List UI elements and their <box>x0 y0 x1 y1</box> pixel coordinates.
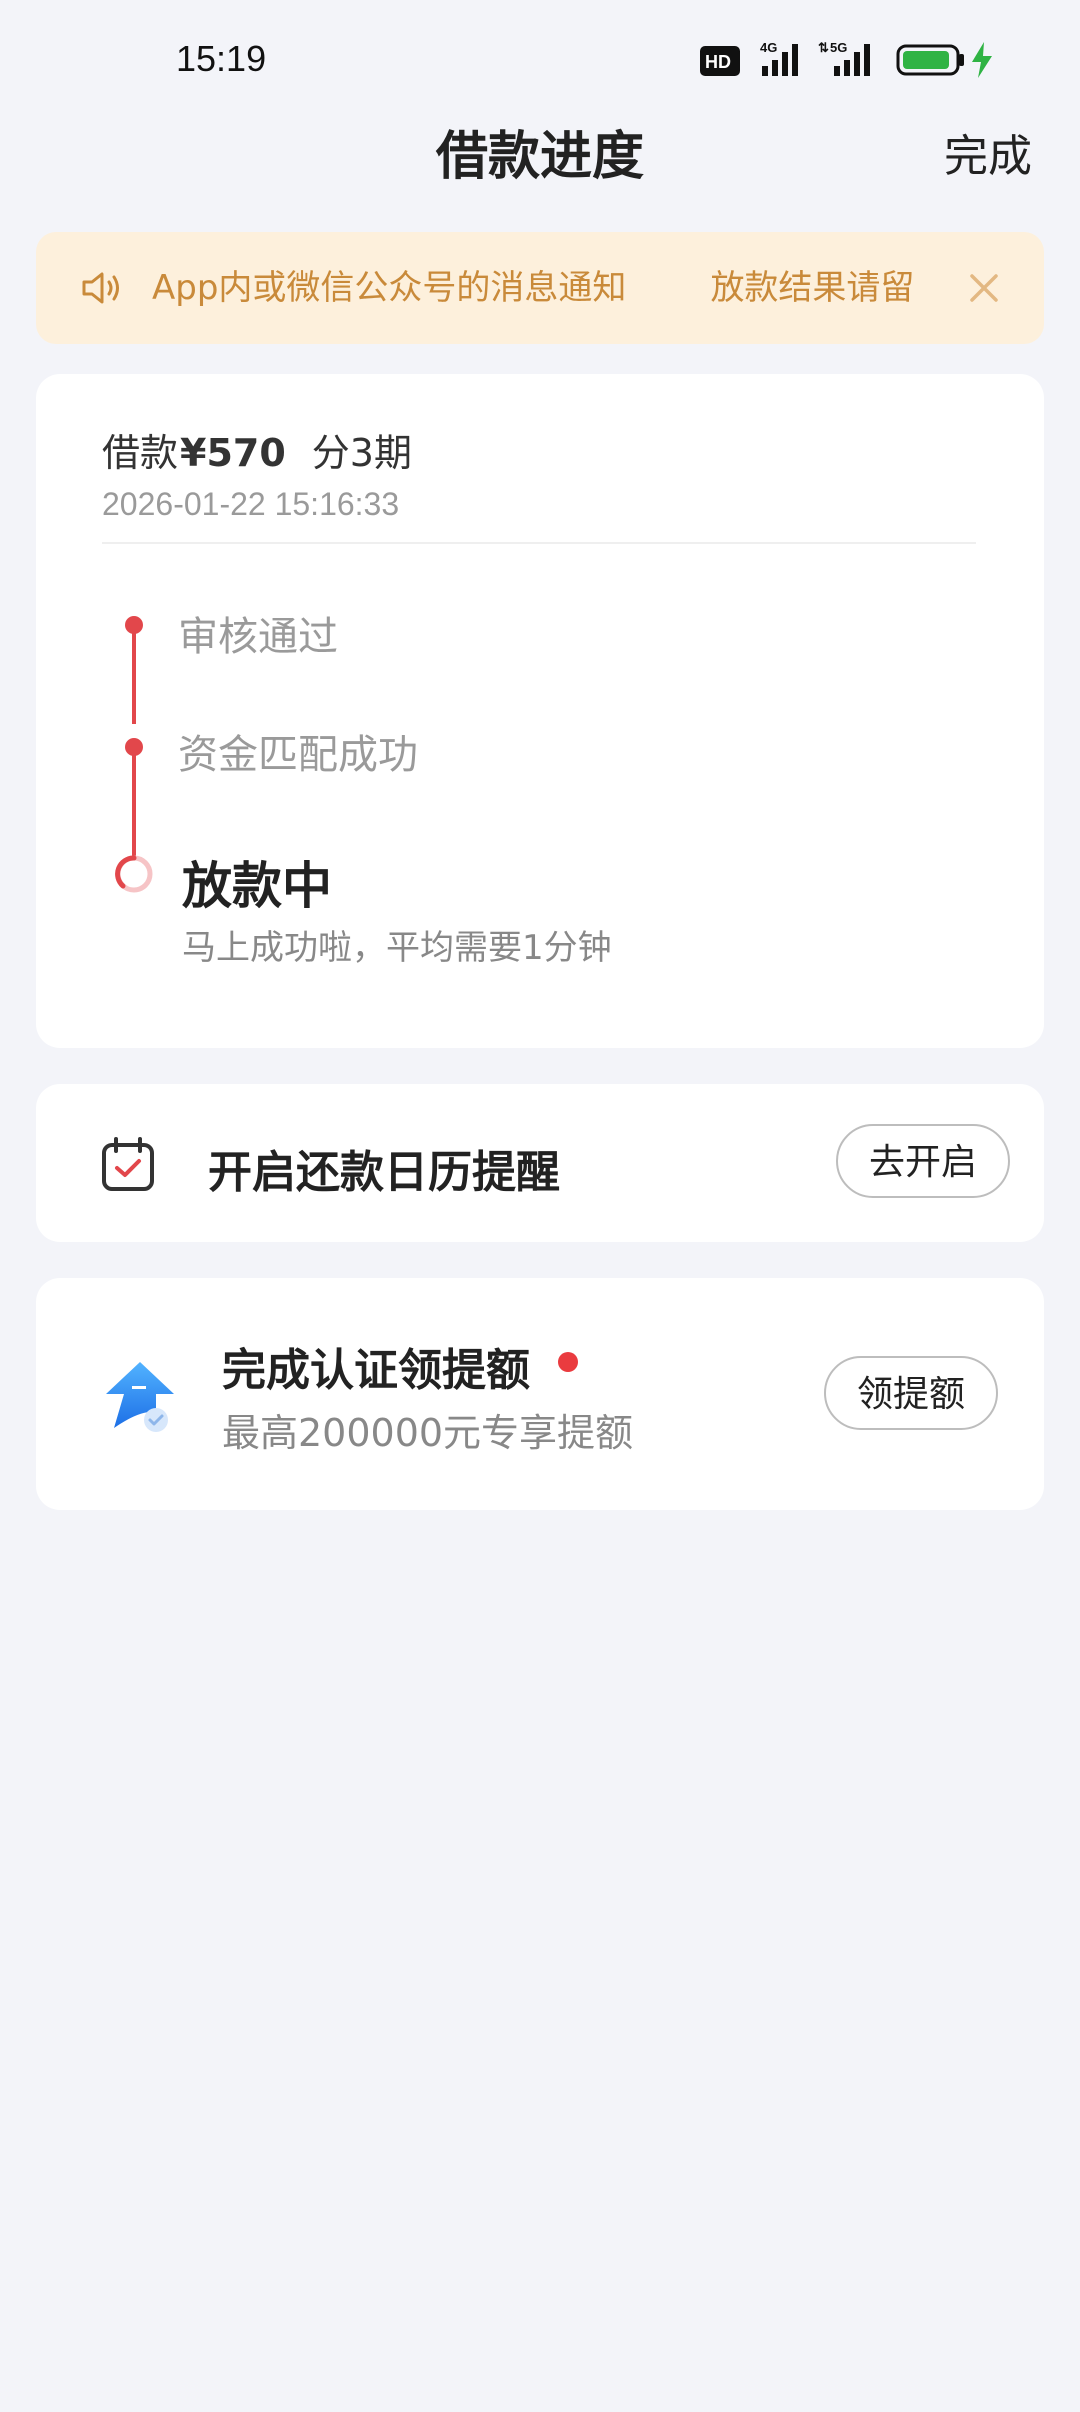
status-bar: 15:19 HD 4G ⇅ 5G <box>0 0 1080 120</box>
timeline-dot <box>125 738 143 756</box>
timeline-current-label: 放款中 <box>182 857 332 915</box>
battery-icon <box>896 44 964 76</box>
credit-subtitle: 最高200000元专享提额 <box>222 1411 634 1455</box>
calendar-reminder-card: 开启还款日历提醒 去开启 <box>36 1084 1044 1242</box>
timeline-line <box>132 624 136 724</box>
timeline-line <box>132 748 136 858</box>
loan-progress-card: 借款¥570 分3期 2026-01-22 15:16:33 审核通过 资金匹配成… <box>36 374 1044 1048</box>
loan-label: 借款 <box>102 431 179 475</box>
signal-5g-icon: ⇅ 5G <box>818 40 870 76</box>
enable-reminder-button[interactable]: 去开启 <box>836 1124 1010 1198</box>
calendar-check-icon <box>102 1137 154 1191</box>
timeline-current-sub: 马上成功啦，平均需要1分钟 <box>182 928 612 968</box>
timeline-step-label: 审核通过 <box>178 614 338 660</box>
hd-icon: HD <box>700 46 740 76</box>
notice-bar: App内或微信公众号的消息通知 放款结果请留 <box>36 232 1044 344</box>
notice-text: App内或微信公众号的消息通知 放款结果请留 <box>152 232 972 344</box>
red-dot-badge <box>558 1352 578 1372</box>
credit-title: 完成认证领提额 <box>222 1345 530 1396</box>
charging-icon <box>972 42 992 78</box>
timeline-dot <box>125 616 143 634</box>
divider <box>102 542 976 544</box>
notice-text-part-2: 放款结果请留 <box>710 268 915 308</box>
svg-text:⇅: ⇅ <box>818 40 829 55</box>
notice-text-part-1: App内或微信公众号的消息通知 <box>152 268 627 308</box>
done-button[interactable]: 完成 <box>944 120 1032 184</box>
loan-amount: ¥570 <box>180 431 286 475</box>
loan-summary: 借款¥570 分3期 <box>102 422 412 477</box>
loan-time: 2026-01-22 15:16:33 <box>102 486 400 522</box>
signal-4g-icon: 4G <box>760 40 798 76</box>
status-time: 15:19 <box>176 38 267 79</box>
speaker-icon <box>82 272 119 304</box>
loading-ring-icon <box>115 855 153 893</box>
status-icons: HD 4G ⇅ 5G <box>700 40 1000 80</box>
network-5g-label: 5G <box>830 40 847 55</box>
hd-label: HD <box>705 52 731 72</box>
close-icon[interactable] <box>966 270 1002 306</box>
page-title: 借款进度 <box>435 127 644 187</box>
loan-periods: 分3期 <box>311 431 412 475</box>
network-4g-label: 4G <box>760 40 777 55</box>
reminder-text: 开启还款日历提醒 <box>208 1147 560 1198</box>
credit-raise-card: 完成认证领提额 最高200000元专享提额 领提额 <box>36 1278 1044 1510</box>
raise-credit-button[interactable]: 领提额 <box>824 1356 998 1430</box>
timeline-step-label: 资金匹配成功 <box>178 732 418 778</box>
credit-raise-icon <box>106 1362 174 1432</box>
